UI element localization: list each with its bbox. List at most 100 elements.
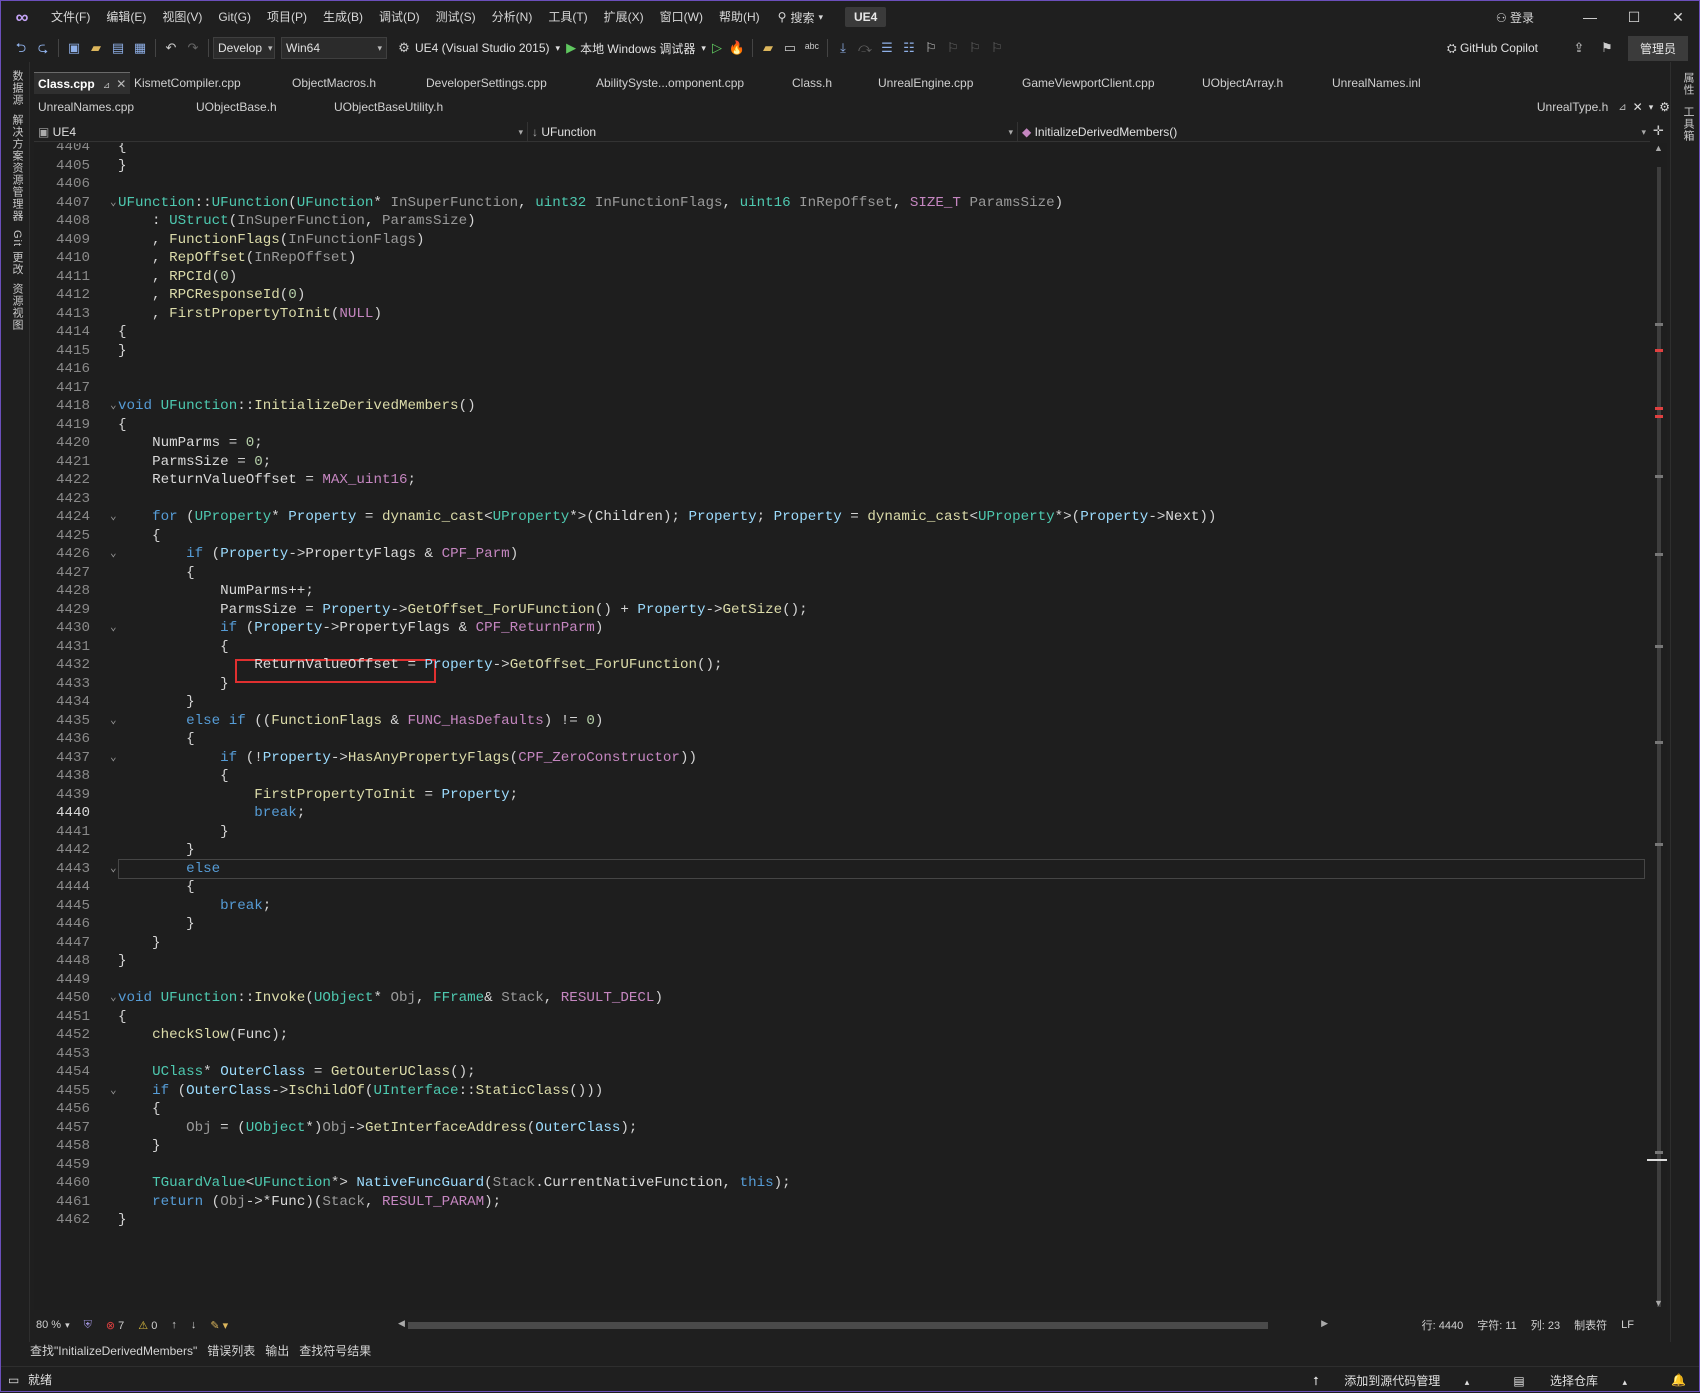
menu-item-4[interactable]: 项目(P) xyxy=(259,0,315,34)
code-line[interactable]: 4405} xyxy=(34,156,1649,176)
left-rail-item[interactable]: 解决方案资源管理器 xyxy=(9,114,25,222)
github-copilot-button[interactable]: ⛭ GitHub Copilot xyxy=(1447,41,1538,56)
search-button[interactable]: ⚲ 搜索 ▾ xyxy=(778,9,823,26)
vertical-scrollbar[interactable]: ▲ ▼ xyxy=(1647,143,1667,1310)
menu-item-9[interactable]: 工具(T) xyxy=(540,0,595,34)
code-line[interactable]: 4456 { xyxy=(34,1099,1649,1119)
maximize-button[interactable]: ☐ xyxy=(1612,9,1656,26)
code-line[interactable]: 4461 return (Obj->*Func)(Stack, RESULT_P… xyxy=(34,1192,1649,1212)
step-over-icon[interactable]: ⤼ xyxy=(854,37,876,59)
tab-abilitysyste-omponent-cpp[interactable]: AbilitySyste...omponent.cpp xyxy=(592,72,788,94)
code-line[interactable]: 4431 { xyxy=(34,637,1649,657)
platform-select[interactable]: Win64 ▾ xyxy=(281,37,387,59)
fold-toggle-icon[interactable]: ⌄ xyxy=(110,618,117,638)
tab-developersettings-cpp[interactable]: DeveloperSettings.cpp xyxy=(422,72,592,94)
horizontal-scroll-thumb[interactable] xyxy=(408,1322,1268,1329)
code-line[interactable]: 4438 { xyxy=(34,766,1649,786)
code-line[interactable]: 4432 ReturnValueOffset = Property->GetOf… xyxy=(34,655,1649,675)
pane-tab[interactable]: 输出 xyxy=(265,1342,289,1359)
left-rail-item[interactable]: Git 更改 xyxy=(9,230,25,275)
code-line[interactable]: 4434 } xyxy=(34,692,1649,712)
split-view-icon[interactable]: ✛ xyxy=(1653,123,1664,139)
fold-toggle-icon[interactable]: ⌄ xyxy=(110,396,117,416)
fold-toggle-icon[interactable]: ⌄ xyxy=(110,859,117,879)
code-line[interactable]: 4454 UClass* OuterClass = GetOuterUClass… xyxy=(34,1062,1649,1082)
new-project-icon[interactable]: ▣ xyxy=(63,37,85,59)
undo-icon[interactable]: ↶ xyxy=(160,37,182,59)
code-line[interactable]: 4421 ParmsSize = 0; xyxy=(34,452,1649,472)
bookmark-icon[interactable]: ⚐ xyxy=(920,37,942,59)
fold-toggle-icon[interactable]: ⌄ xyxy=(110,711,117,731)
code-line[interactable]: 4429 ParmsSize = Property->GetOffset_For… xyxy=(34,600,1649,620)
prev-issue-icon[interactable]: ↑ xyxy=(171,1319,177,1331)
error-count[interactable]: ⊗ 7 xyxy=(106,1319,124,1332)
indent-mode[interactable]: 制表符 xyxy=(1574,1317,1607,1333)
menu-item-0[interactable]: 文件(F) xyxy=(43,0,98,34)
left-rail-item[interactable]: 数据源 xyxy=(9,70,25,106)
hot-reload-icon[interactable]: 🔥 xyxy=(726,37,748,59)
code-line[interactable]: 4425 { xyxy=(34,526,1649,546)
code-line[interactable]: 4439 FirstPropertyToInit = Property; xyxy=(34,785,1649,805)
gear-icon[interactable]: ⚙ xyxy=(1659,100,1670,114)
fold-toggle-icon[interactable]: ⌄ xyxy=(110,1081,117,1101)
spell-check-icon[interactable]: ᵃᵇᶜ xyxy=(801,37,823,59)
solution-explorer-icon[interactable]: ▰ xyxy=(757,37,779,59)
code-line[interactable]: 4422 ReturnValueOffset = MAX_uint16; xyxy=(34,470,1649,490)
scroll-left-icon[interactable]: ◀ xyxy=(398,1318,405,1329)
code-line[interactable]: 4426 ⌄ if (Property->PropertyFlags & CPF_… xyxy=(34,544,1649,564)
code-line[interactable]: 4406 xyxy=(34,174,1649,194)
tab-uobjectarray-h[interactable]: UObjectArray.h xyxy=(1198,72,1328,94)
code-line[interactable]: 4427 { xyxy=(34,563,1649,583)
close-icon[interactable]: ✕ xyxy=(1633,100,1643,114)
pin-icon[interactable]: ⊿ xyxy=(103,80,111,90)
chevron-down-icon[interactable]: ▾ xyxy=(701,43,706,54)
right-rail-item[interactable]: 工具箱 xyxy=(1680,106,1696,142)
line-ending[interactable]: LF xyxy=(1621,1319,1634,1331)
start-debugging-button[interactable]: 本地 Windows 调试器 xyxy=(580,40,695,57)
start-debugging-icon[interactable]: ▶ xyxy=(566,40,576,56)
health-icon[interactable]: ⛨ xyxy=(84,1319,92,1332)
warning-count[interactable]: ⚠ 0 xyxy=(138,1319,157,1332)
cleanup-icon[interactable]: ✎ ▾ xyxy=(210,1319,228,1332)
pin-icon[interactable]: ⊿ xyxy=(1618,102,1626,113)
code-line[interactable]: 4435 ⌄ else if ((FunctionFlags & FUNC_Has… xyxy=(34,711,1649,731)
menu-item-11[interactable]: 窗口(W) xyxy=(652,0,711,34)
pane-tab[interactable]: 查找符号结果 xyxy=(299,1342,371,1359)
close-button[interactable]: ✕ xyxy=(1656,9,1700,26)
code-line[interactable]: 4418 ⌄ void UFunction::InitializeDerivedMe… xyxy=(34,396,1649,416)
pane-tab[interactable]: 查找"InitializeDerivedMembers" xyxy=(30,1342,197,1359)
menu-item-5[interactable]: 生成(B) xyxy=(315,0,371,34)
chevron-down-icon[interactable]: ▾ xyxy=(1649,102,1654,113)
tab-unrealnames-inl[interactable]: UnrealNames.inl xyxy=(1328,72,1462,94)
menu-item-8[interactable]: 分析(N) xyxy=(484,0,541,34)
pane-tab[interactable]: 错误列表 xyxy=(207,1342,255,1359)
code-line[interactable]: 4455 ⌄ if (OuterClass->IsChildOf(UInterfa… xyxy=(34,1081,1649,1101)
save-icon[interactable]: ▤ xyxy=(107,37,129,59)
code-line[interactable]: 4459 xyxy=(34,1155,1649,1175)
menu-item-3[interactable]: Git(G) xyxy=(210,0,259,34)
code-line[interactable]: 4412 , RPCResponseId(0) xyxy=(34,285,1649,305)
chevron-down-icon[interactable]: ▾ xyxy=(556,43,561,54)
prev-bookmark-icon[interactable]: ⚐ xyxy=(942,37,964,59)
code-line[interactable]: 4460 TGuardValue<UFunction*> NativeFuncG… xyxy=(34,1173,1649,1193)
code-line[interactable]: 4450 ⌄ void UFunction::Invoke(UObject* Obj… xyxy=(34,988,1649,1008)
notifications-icon[interactable]: 🔔 xyxy=(1671,1373,1686,1387)
open-folder-icon[interactable]: ▰ xyxy=(85,37,107,59)
code-line[interactable]: 4417 xyxy=(34,378,1649,398)
code-line[interactable]: 4416 xyxy=(34,359,1649,379)
code-line[interactable]: 4462} xyxy=(34,1210,1649,1230)
code-line[interactable]: 4451 { xyxy=(34,1007,1649,1027)
left-rail-item[interactable]: 资源视图 xyxy=(9,283,25,331)
code-line[interactable]: 4452 checkSlow(Func); xyxy=(34,1025,1649,1045)
code-line[interactable]: 4448} xyxy=(34,951,1649,971)
minimize-button[interactable]: — xyxy=(1568,9,1612,25)
redo-icon[interactable]: ↷ xyxy=(182,37,204,59)
tab-objectmacros-h[interactable]: ObjectMacros.h xyxy=(288,72,422,94)
chevron-down-icon[interactable]: ▾ xyxy=(65,1320,70,1331)
code-line[interactable]: 4441 } xyxy=(34,822,1649,842)
code-line[interactable]: 4437 ⌄ if (!Property->HasAnyPropertyFlags… xyxy=(34,748,1649,768)
startup-project-select[interactable]: UE4 (Visual Studio 2015) xyxy=(415,41,550,55)
code-line[interactable]: 4410 , RepOffset(InRepOffset) xyxy=(34,248,1649,268)
fold-toggle-icon[interactable]: ⌄ xyxy=(110,193,117,213)
code-line[interactable]: 4419 { xyxy=(34,415,1649,435)
